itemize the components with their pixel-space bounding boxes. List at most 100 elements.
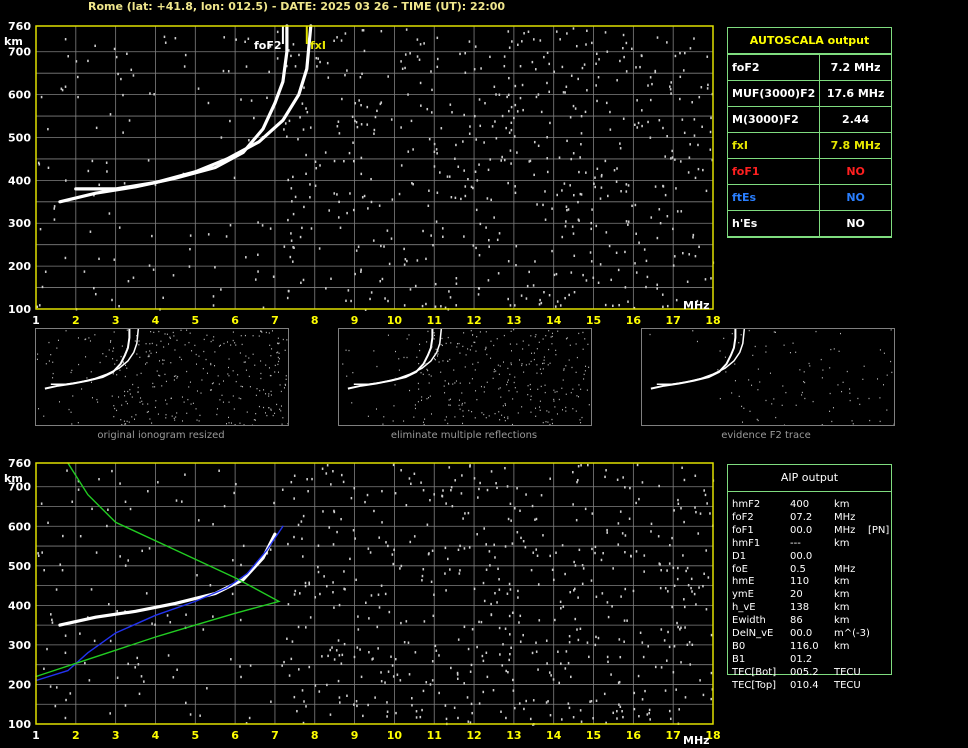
thumb-noise <box>773 398 775 400</box>
noise-dot <box>612 304 614 308</box>
autoscala-param: M(3000)F2 <box>726 106 821 133</box>
thumb-noise <box>113 331 115 333</box>
noise-dot <box>597 76 600 79</box>
noise-dot <box>693 37 695 40</box>
noise-dot <box>166 614 169 617</box>
thumb-noise <box>437 353 439 355</box>
thumb-noise <box>373 350 375 352</box>
noise-dot <box>37 552 39 555</box>
noise-dot <box>650 216 653 219</box>
thumb-noise <box>530 411 532 413</box>
thumb-noise <box>278 352 280 354</box>
thumb-noise <box>219 344 221 346</box>
noise-dot <box>590 579 593 582</box>
thumb-noise <box>544 391 546 394</box>
thumb-noise <box>507 379 509 381</box>
noise-dot <box>683 598 685 601</box>
noise-dot <box>293 593 296 596</box>
noise-dot <box>272 275 275 278</box>
noise-dot <box>691 101 693 104</box>
noise-dot <box>399 679 402 682</box>
aip-unit: km <box>834 640 850 652</box>
noise-dot <box>630 47 633 50</box>
thumb-noise <box>821 424 823 425</box>
thumb-noise <box>146 362 148 364</box>
noise-dot <box>519 96 522 100</box>
noise-dot <box>560 718 563 721</box>
noise-dot <box>357 245 360 248</box>
noise-dot <box>453 706 456 710</box>
aip-param: ymE <box>732 589 754 601</box>
noise-dot <box>610 673 612 676</box>
noise-dot <box>380 29 383 33</box>
noise-dot <box>513 135 516 138</box>
noise-dot <box>560 662 562 665</box>
noise-dot <box>617 522 620 525</box>
noise-dot <box>373 128 376 132</box>
thumb-noise <box>146 411 148 413</box>
thumb-noise <box>140 372 142 375</box>
noise-dot <box>61 569 64 572</box>
noise-dot <box>91 507 93 511</box>
thumb-noise <box>499 387 501 389</box>
noise-dot <box>611 605 613 608</box>
noise-dot <box>657 535 660 538</box>
thumb-noise <box>536 348 538 350</box>
noise-dot <box>493 543 496 546</box>
noise-dot <box>53 218 56 221</box>
autoscala-param: ftEs <box>726 184 821 211</box>
noise-dot <box>545 639 548 642</box>
noise-dot <box>284 122 287 125</box>
thumb-noise <box>110 340 112 342</box>
noise-dot <box>551 249 553 253</box>
noise-dot <box>478 620 480 624</box>
noise-dot <box>664 155 667 158</box>
noise-dot <box>244 40 246 44</box>
noise-dot <box>567 208 570 211</box>
noise-dot <box>423 620 426 623</box>
thumb-noise <box>183 401 185 403</box>
thumb-noise <box>568 359 570 361</box>
noise-dot <box>672 566 675 570</box>
noise-dot <box>300 281 302 284</box>
thumb-noise <box>351 402 353 404</box>
thumb-noise <box>430 413 432 415</box>
noise-dot <box>637 674 640 678</box>
noise-dot <box>431 549 434 552</box>
noise-dot <box>622 715 624 719</box>
thumb-noise <box>565 393 567 395</box>
noise-dot <box>411 704 413 707</box>
noise-dot <box>64 256 67 260</box>
noise-dot <box>69 692 72 695</box>
x-tick-label: 8 <box>311 729 319 742</box>
thumb-noise <box>522 340 524 342</box>
noise-dot <box>463 682 466 685</box>
thumb-noise <box>416 356 418 358</box>
noise-dot <box>207 233 210 236</box>
noise-dot <box>476 645 478 649</box>
thumb-noise <box>136 335 138 337</box>
noise-dot <box>394 657 397 661</box>
noise-dot <box>319 592 321 596</box>
noise-dot <box>39 227 42 231</box>
thumb-noise <box>437 350 439 352</box>
noise-dot <box>122 93 124 97</box>
thumb-noise <box>749 410 751 412</box>
noise-dot <box>444 572 446 575</box>
thumb-noise <box>149 350 151 352</box>
aip-param: B1 <box>732 653 746 665</box>
noise-dot <box>124 500 127 503</box>
noise-dot <box>531 60 534 64</box>
noise-dot <box>501 114 504 118</box>
noise-dot <box>432 614 435 618</box>
thumb-noise <box>259 389 261 392</box>
noise-dot <box>692 236 694 239</box>
noise-dot <box>683 131 686 135</box>
thumb-noise <box>260 330 262 332</box>
noise-dot <box>455 304 458 307</box>
thumb-noise <box>149 418 151 420</box>
noise-dot <box>175 499 178 502</box>
thumb-noise <box>131 396 133 398</box>
thumb-noise <box>276 352 278 354</box>
thumb-noise <box>176 377 178 379</box>
